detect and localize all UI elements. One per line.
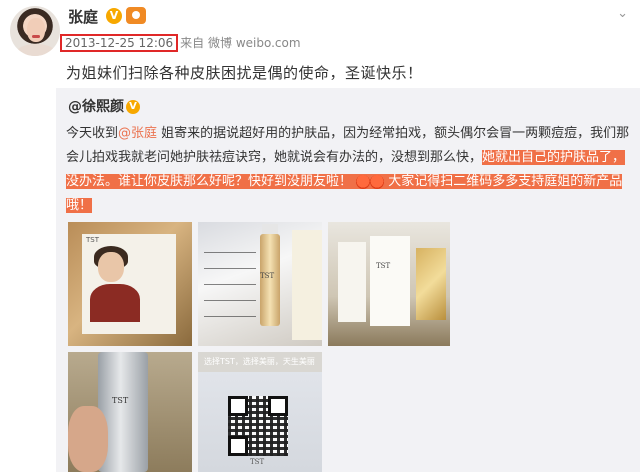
post-text: 为姐妹们扫除各种皮肤困扰是偶的使命，圣诞快乐！ xyxy=(66,64,423,82)
photo-thumbnail-3[interactable]: TST xyxy=(328,222,450,346)
repost-author[interactable]: @徐熙颜 V xyxy=(68,96,140,116)
post-author-name[interactable]: 张庭 xyxy=(68,6,98,27)
repost-card[interactable]: @徐熙颜 V 今天收到@张庭 姐寄来的据说超好用的护肤品，因为经常拍戏，额头偶尔会… xyxy=(56,88,640,472)
post-timestamp[interactable]: 2013-12-25 12:06 xyxy=(60,34,179,52)
source-prefix: 来自 xyxy=(180,36,205,50)
photo-thumbnail-5[interactable]: 选择TST，选择美丽，天生美丽 TST xyxy=(198,352,322,472)
photo-brand-label: TST xyxy=(250,458,265,466)
verified-v-icon: V xyxy=(106,8,122,24)
photo-brand-label: TST xyxy=(260,272,275,280)
photo-brand-label: TST xyxy=(376,262,391,270)
photo-thumbnail-2[interactable]: TST xyxy=(198,222,322,346)
level-badge-icon xyxy=(126,7,146,24)
photo-banner-text: 选择TST，选择美丽，天生美丽 xyxy=(204,357,315,366)
photo-brand-label: TST xyxy=(86,236,99,244)
photo-thumbnail-1[interactable]: TST xyxy=(68,222,192,346)
repost-text-part1: 今天收到 xyxy=(66,126,119,141)
repost-verified-v-icon: V xyxy=(126,100,140,114)
source-name[interactable]: 微博 xyxy=(208,36,232,50)
heart-emoji-icon xyxy=(356,174,371,189)
heart-emoji-icon xyxy=(370,174,385,189)
repost-author-name[interactable]: @徐熙颜 xyxy=(68,99,124,115)
mention-link[interactable]: @张庭 xyxy=(118,126,157,141)
photo-thumbnail-4[interactable]: TST xyxy=(68,352,192,472)
photo-brand-label: TST xyxy=(112,396,129,405)
post-meta: 2013-12-25 12:06 来自 微博 weibo.com xyxy=(60,34,301,52)
source-link[interactable]: weibo.com xyxy=(236,36,301,50)
avatar[interactable] xyxy=(10,6,60,56)
repost-text: 今天收到@张庭 姐寄来的据说超好用的护肤品，因为经常拍戏，额头偶尔会冒一两颗痘痘… xyxy=(66,122,636,218)
chevron-down-icon[interactable]: ⌄ xyxy=(617,6,628,21)
